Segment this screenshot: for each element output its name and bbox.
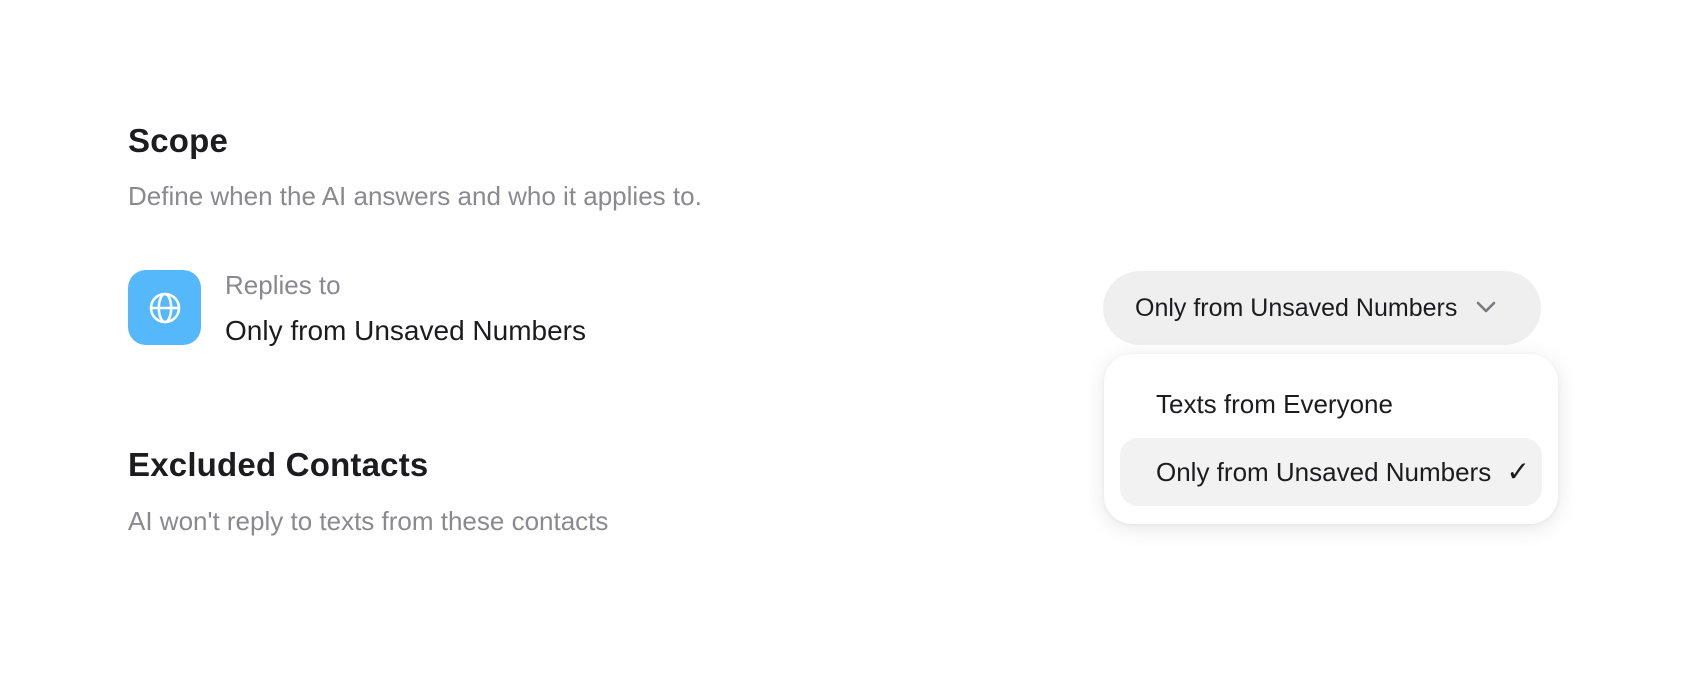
option-texts-from-everyone[interactable]: Texts from Everyone <box>1120 370 1542 438</box>
globe-icon <box>128 270 201 345</box>
checkmark-icon: ✓ <box>1506 456 1530 487</box>
replies-to-dropdown-menu: Texts from Everyone Only from Unsaved Nu… <box>1104 354 1558 524</box>
replies-to-row: Replies to Only from Unsaved Numbers <box>128 270 725 346</box>
replies-to-value: Only from Unsaved Numbers <box>225 315 587 346</box>
scope-section-title: Scope <box>128 122 229 159</box>
excluded-contacts-title: Excluded Contacts <box>128 446 429 483</box>
select-selected-label: Only from Unsaved Numbers <box>1135 293 1458 322</box>
scope-section-subtitle: Define when the AI answers and who it ap… <box>128 181 702 211</box>
replies-to-label: Replies to <box>225 270 341 300</box>
excluded-contacts-subtitle: AI won't reply to texts from these conta… <box>128 506 609 536</box>
settings-page: Scope Define when the AI answers and who… <box>0 0 1702 681</box>
option-label: Texts from Everyone <box>1156 388 1393 419</box>
chevron-down-icon <box>1476 301 1496 313</box>
option-label: Only from Unsaved Numbers <box>1156 456 1492 487</box>
option-only-from-unsaved-numbers[interactable]: Only from Unsaved Numbers ✓ <box>1120 438 1542 506</box>
replies-to-text: Replies to Only from Unsaved Numbers <box>225 270 725 346</box>
replies-to-select[interactable]: Only from Unsaved Numbers <box>1103 271 1541 345</box>
